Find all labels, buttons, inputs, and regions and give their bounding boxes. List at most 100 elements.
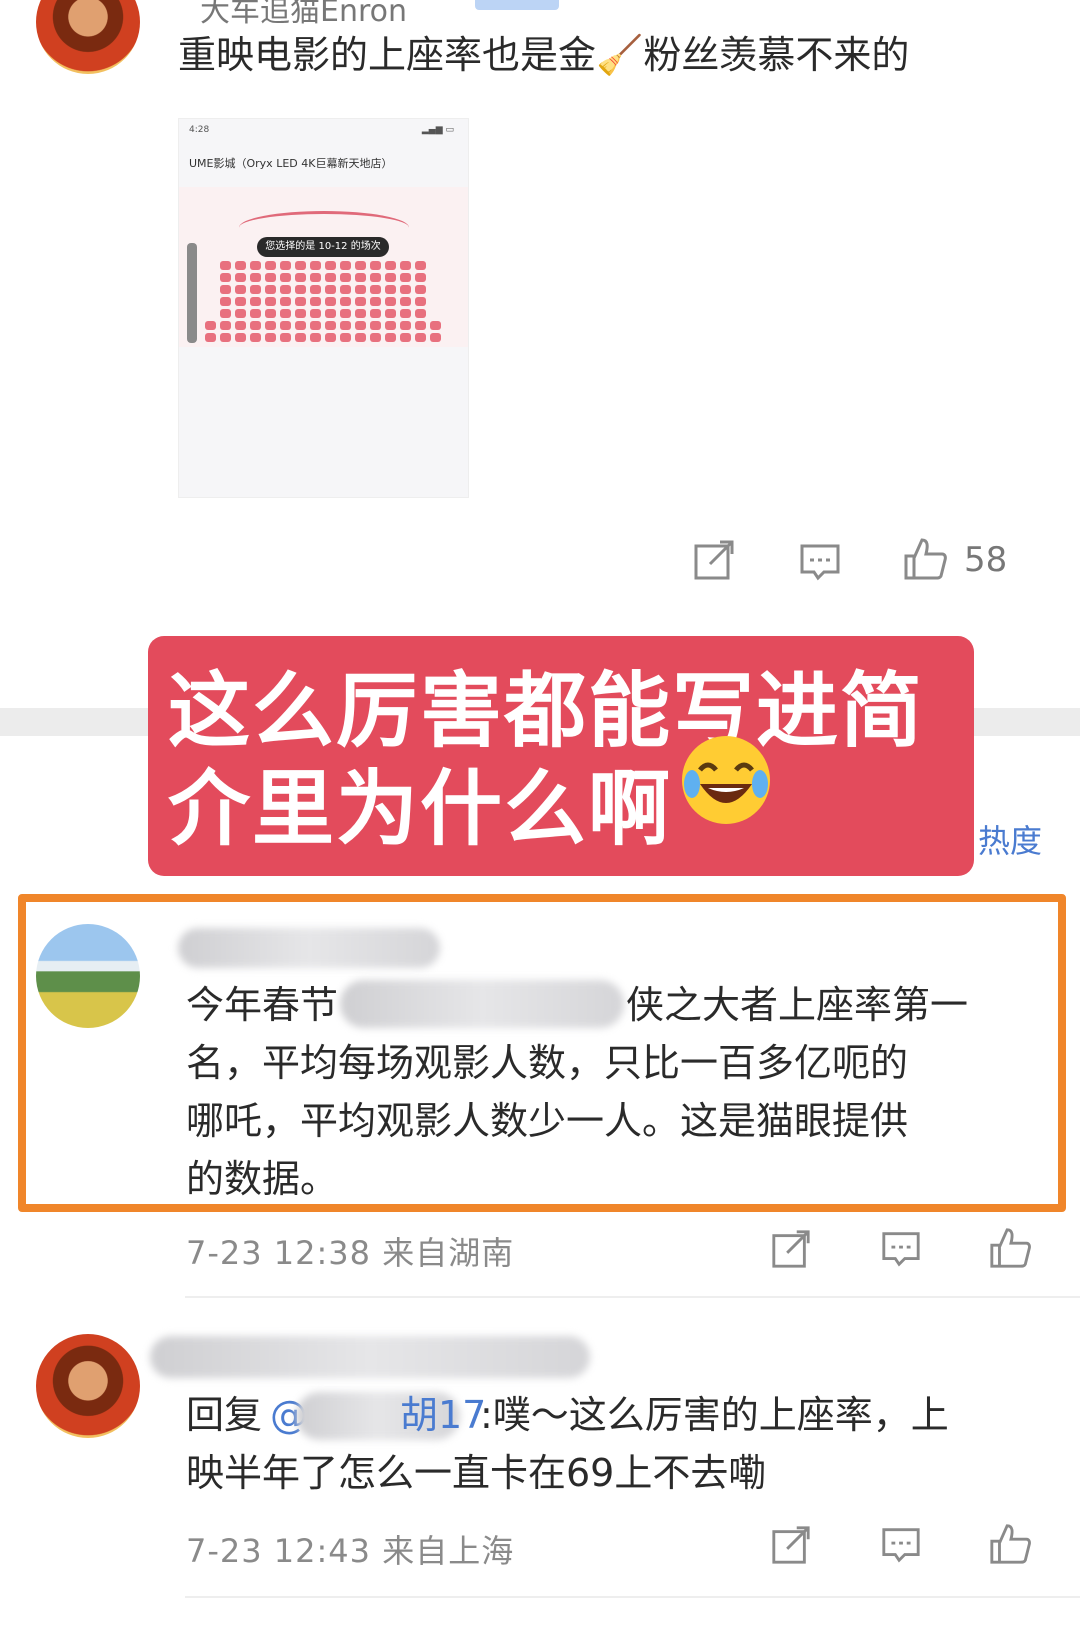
seat <box>280 333 291 342</box>
seat <box>265 321 276 330</box>
seat <box>250 273 261 282</box>
thumb-up-icon[interactable] <box>988 1522 1032 1566</box>
share-icon[interactable] <box>692 538 736 582</box>
avatar[interactable] <box>36 0 140 74</box>
seat <box>220 261 231 270</box>
seat <box>340 285 351 294</box>
seat <box>355 273 366 282</box>
seat <box>340 297 351 306</box>
comment-text: 重映电影的上座率也是金🧹粉丝羡慕不来的 <box>178 33 910 77</box>
seat <box>235 261 246 270</box>
seat <box>325 285 336 294</box>
seat <box>265 333 276 342</box>
seat <box>370 321 381 330</box>
seat <box>250 333 261 342</box>
avatar[interactable] <box>36 1334 140 1438</box>
seat <box>355 297 366 306</box>
divider <box>185 1596 1080 1598</box>
seat <box>325 297 336 306</box>
like-count: 58 <box>964 540 1008 580</box>
seat <box>280 261 291 270</box>
seat <box>370 273 381 282</box>
seat <box>355 333 366 342</box>
seat <box>235 333 246 342</box>
comment-text-line-2: 名，平均每场观影人数，只比一百多亿呃的 <box>186 1041 909 1085</box>
seat <box>235 273 246 282</box>
seat <box>235 297 246 306</box>
seat <box>235 321 246 330</box>
seat <box>340 309 351 318</box>
seat <box>355 285 366 294</box>
seat <box>400 273 411 282</box>
seat <box>340 321 351 330</box>
seat <box>295 333 306 342</box>
seat <box>310 273 321 282</box>
seat <box>385 321 396 330</box>
blurred-username <box>178 928 440 968</box>
seat <box>250 321 261 330</box>
seat <box>220 321 231 330</box>
laughing-crying-emoji-icon <box>682 736 770 824</box>
comment-image[interactable]: 4:28 ▂▄▆ ▭ UME影城（Oryx LED 4K巨幕新天地店） 您选择的… <box>178 118 469 498</box>
comment-text-line-1a: 今年春节 <box>186 983 339 1027</box>
seat <box>400 285 411 294</box>
seat <box>370 333 381 342</box>
seat <box>310 333 321 342</box>
seat <box>415 333 426 342</box>
comment-meta: 7-23 12:43 来自上海 <box>186 1532 515 1570</box>
comment-meta: 7-23 12:38 来自湖南 <box>186 1234 515 1272</box>
seat <box>415 309 426 318</box>
comment-icon[interactable] <box>880 1524 922 1566</box>
avatar[interactable] <box>36 924 140 1028</box>
seat <box>355 261 366 270</box>
seat <box>400 261 411 270</box>
seat <box>385 285 396 294</box>
seat <box>280 273 291 282</box>
seat <box>235 285 246 294</box>
seat <box>415 273 426 282</box>
seat <box>310 297 321 306</box>
sort-by-hot[interactable]: 热度 <box>978 816 1042 862</box>
seat <box>250 261 261 270</box>
comment-icon[interactable] <box>880 1228 922 1270</box>
thumb-time: 4:28 <box>189 125 210 135</box>
seat <box>220 273 231 282</box>
seat <box>325 333 336 342</box>
seat <box>385 273 396 282</box>
seat <box>310 321 321 330</box>
seat <box>295 297 306 306</box>
share-icon[interactable] <box>770 1228 812 1270</box>
seat <box>340 261 351 270</box>
seat <box>235 309 246 318</box>
thumb-signal: ▂▄▆ ▭ <box>421 125 454 135</box>
seat <box>295 285 306 294</box>
seat <box>280 321 291 330</box>
comment-text-line-4: 的数据。 <box>186 1157 339 1201</box>
thumb-up-icon[interactable] <box>988 1226 1032 1270</box>
seat <box>400 309 411 318</box>
seat <box>310 261 321 270</box>
vip-badge <box>475 0 559 10</box>
seat <box>340 273 351 282</box>
seat <box>220 309 231 318</box>
seat <box>355 321 366 330</box>
thumb-up-icon[interactable] <box>902 536 948 582</box>
seat <box>295 261 306 270</box>
seat <box>385 333 396 342</box>
seat <box>415 285 426 294</box>
reply-text-line-2: 映半年了怎么一直卡在69上不去嘞 <box>186 1451 767 1495</box>
seat <box>280 309 291 318</box>
seat <box>295 273 306 282</box>
seat <box>250 309 261 318</box>
seat <box>250 297 261 306</box>
seat <box>400 297 411 306</box>
mention-link-suffix[interactable]: 胡17 <box>400 1386 486 1444</box>
comment-text-line-3: 哪吒，平均观影人数少一人。这是猫眼提供 <box>186 1099 909 1143</box>
share-icon[interactable] <box>770 1524 812 1566</box>
comment-icon[interactable] <box>798 540 842 584</box>
seat <box>325 321 336 330</box>
comment-text-line-1b: 侠之大者上座率第一 <box>626 983 969 1027</box>
seat <box>370 309 381 318</box>
seat <box>205 321 216 330</box>
seat <box>325 273 336 282</box>
